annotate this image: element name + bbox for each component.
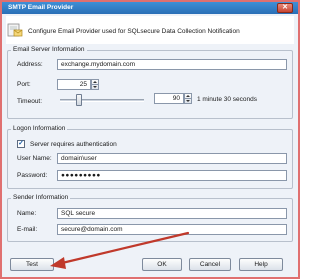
annotation-arrow-icon (50, 231, 190, 269)
